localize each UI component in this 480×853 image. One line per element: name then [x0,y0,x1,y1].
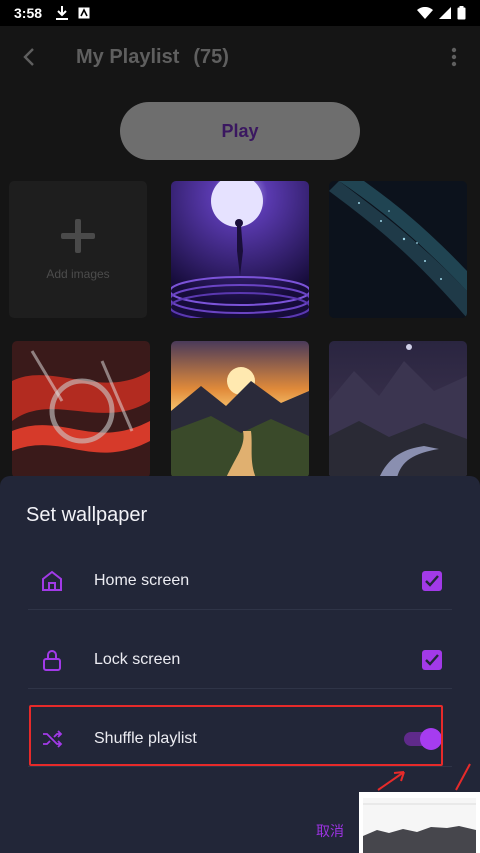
app-notification-icon [78,7,90,19]
home-screen-option[interactable]: Home screen [28,551,452,611]
battery-icon [457,6,466,20]
status-time: 3:58 [14,5,43,21]
check-icon [425,575,439,587]
wallpaper-thumbnail[interactable] [12,341,150,478]
more-vert-icon [451,47,457,67]
arrow-annotation-icon [377,763,471,791]
divider [28,688,452,689]
wallpaper-thumbnail[interactable] [171,181,309,318]
signal-icon [439,7,451,19]
home-screen-checkbox[interactable] [422,571,442,591]
lock-screen-option[interactable]: Lock screen [28,630,452,690]
wallpaper-thumbnail[interactable] [171,341,309,478]
sheet-title: Set wallpaper [26,504,148,526]
wifi-icon [417,7,433,19]
divider [28,609,452,610]
cancel-button[interactable]: 取消 [316,821,344,841]
lock-screen-label: Lock screen [94,651,181,668]
add-images-tile[interactable]: Add images [9,181,147,318]
play-button[interactable]: Play [120,102,360,160]
check-icon [425,654,439,666]
wallpaper-thumbnail[interactable] [329,181,467,318]
page-title: My Playlist [76,45,180,68]
home-icon [32,569,72,593]
home-screen-label: Home screen [94,572,190,589]
plus-icon [61,218,95,253]
more-options-button[interactable] [428,26,480,88]
status-bar: 3:58 [0,0,480,26]
highlight-annotation [29,705,443,766]
download-icon [56,6,69,20]
add-images-label: Add images [46,266,110,281]
preview-thumbnail [359,792,480,853]
playlist-count: (75) [193,45,229,68]
app-bar: My Playlist (75) [0,26,480,88]
screen: 3:58 My Playlist (75) Play Add images Se… [0,0,480,853]
back-arrow-icon [23,48,34,66]
lock-screen-checkbox[interactable] [422,650,442,670]
wallpaper-thumbnail[interactable] [329,341,467,478]
lock-icon [32,648,72,672]
back-button[interactable] [0,26,58,88]
